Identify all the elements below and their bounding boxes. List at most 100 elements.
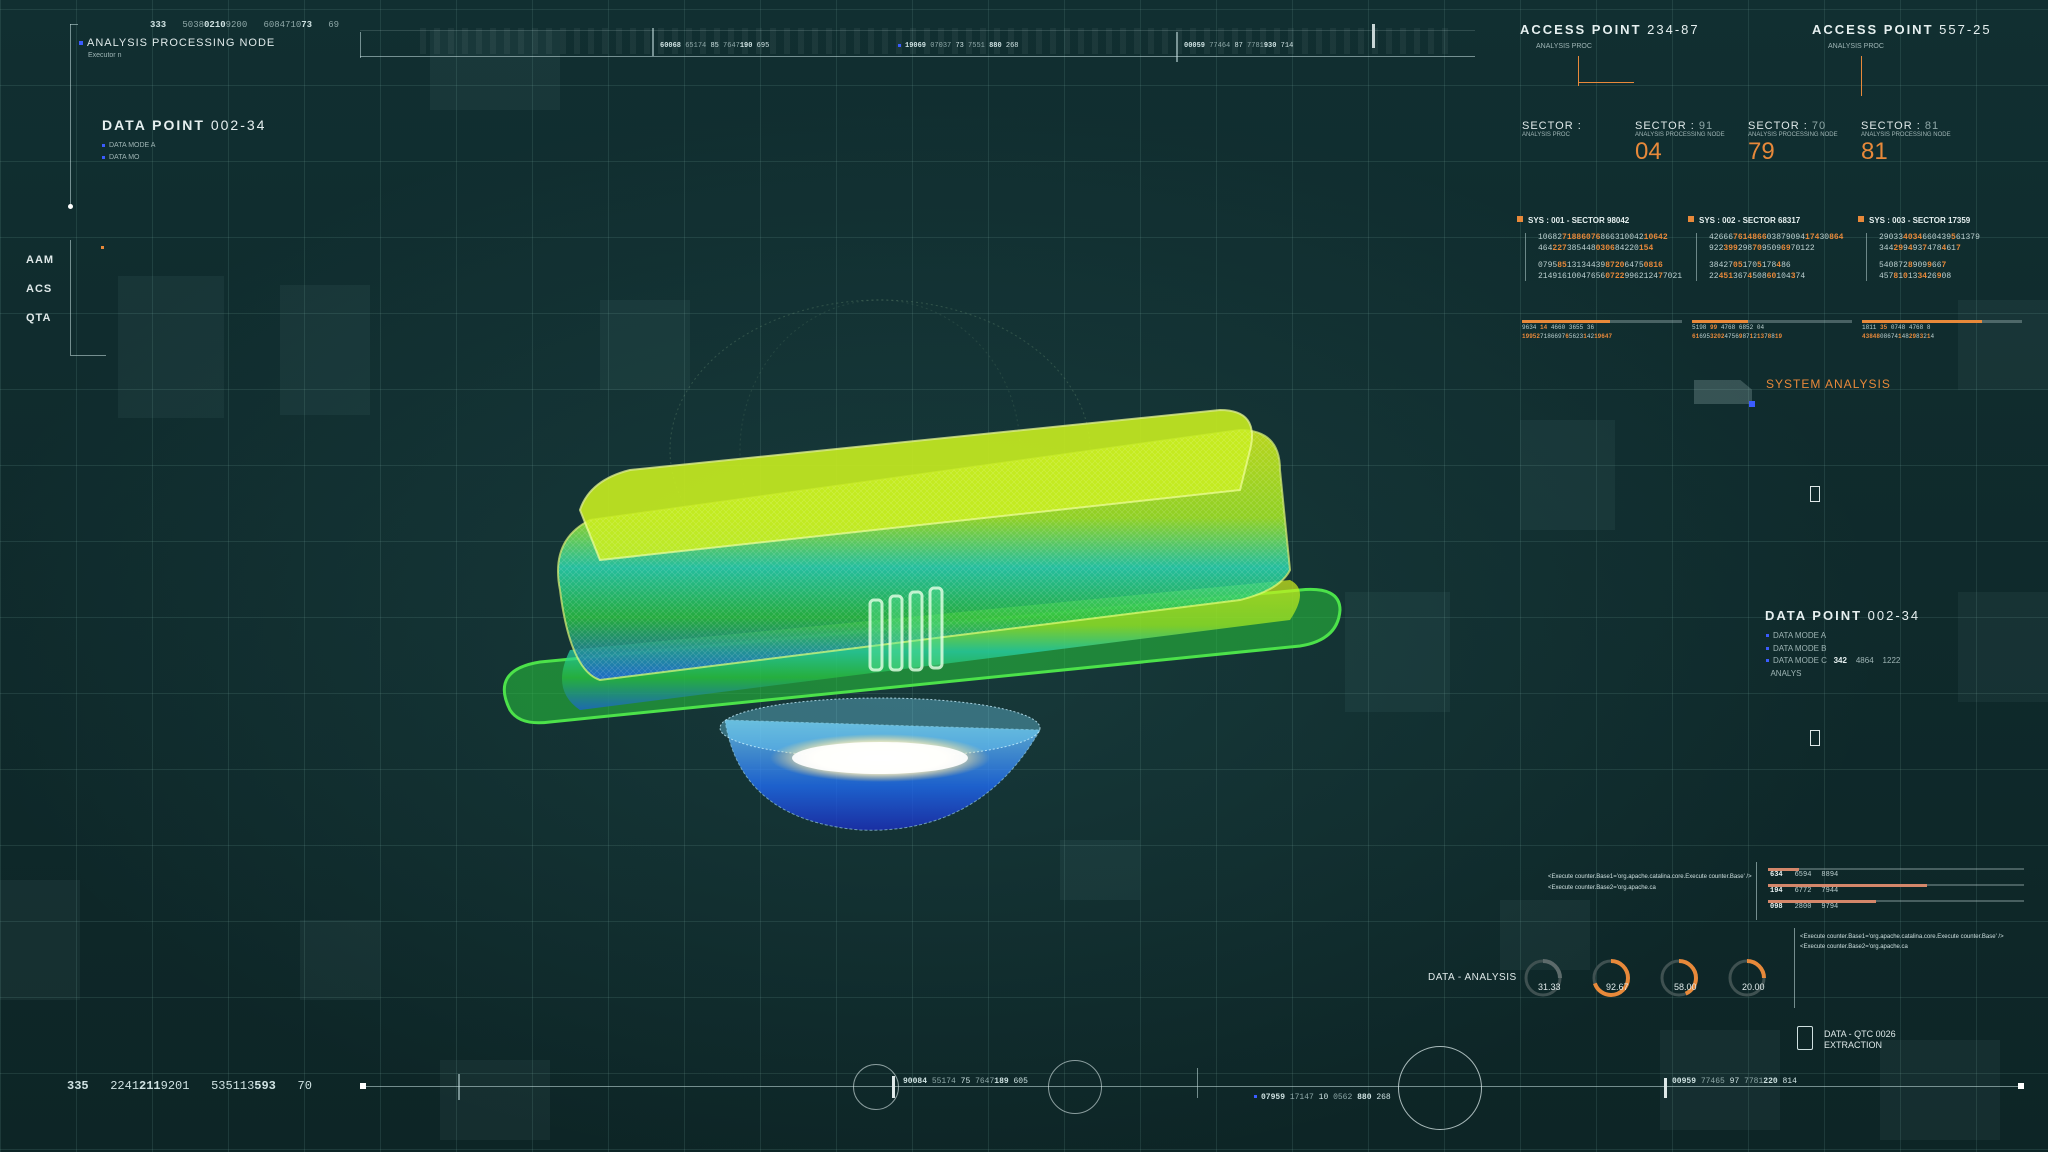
sys-value: 8663 [1600,233,1620,242]
sys-row: 106827188607686631004210642 [1538,233,1677,242]
sys-value: 451 [1718,272,1734,281]
bullet-icon [102,155,105,159]
bottom-seg3: 00959 77465 97 7781220 814 [1672,1077,1797,1086]
sys-value: 464 [1538,244,1553,253]
seg-value: 00059 [1184,42,1206,50]
progress-label: 634 6594 8894 [1770,871,1848,879]
data-mode-label: DATA MODE A [109,142,156,149]
data-mode-item: DATA MODE C 342 4864 1222 [1766,655,1900,668]
top-bar-ticks [420,28,1450,54]
mini-bar-value: 6852 [1738,324,1754,331]
top-bar-tick [1372,24,1375,48]
seg-value: 73 [955,42,964,50]
mini-bar-readout: 5198 99 4768 6852 04 [1692,324,1764,331]
sys-value: 8 [1946,272,1952,281]
extraction-label: DATA - QTC 0026 EXTRACTION [1824,1029,1896,1051]
sys-block-rows: 290334034660439561379 34429949374784617 54… [1866,233,2018,281]
extraction-line: EXTRACTION [1824,1040,1883,1050]
seg-value: 19069 [905,42,927,50]
seg-value: 930 [1263,42,1277,50]
gauge-value: 20.00 [1742,982,1765,992]
gauge-value: 31.33 [1538,982,1561,992]
bullet-icon [1766,659,1769,663]
readout-value: 73 [301,20,313,30]
system-analysis-label: SYSTEM ANALYSIS [1766,377,1891,391]
mini-bar-value: 36 [1586,324,1595,331]
progress-value: 2800 [1794,903,1812,911]
sector-2: SECTOR : 70 ANALYSIS PROCESSING NODE 79 [1748,120,1838,166]
data-mode-value: 1222 [1882,656,1901,665]
sys-value: 09 [1771,244,1782,253]
system-analysis-marker [1749,401,1755,407]
side-ruler [70,240,71,355]
mini-bar-value: 43848 [1862,333,1881,340]
sys-row: 22451367450860104374 [1709,272,1848,281]
seg-value: 220 [1763,1077,1778,1086]
target-ring [853,1064,899,1110]
top-bar-seg1: 60068 65174 85 7647190 695 [660,42,769,50]
bg-tile [1520,420,1615,530]
readout-value: 2241 [110,1079,140,1093]
bg-tile [1958,592,2048,702]
gauge [1660,959,1698,997]
sys-value: 0816 [1643,261,1663,270]
seg-value: 7551 [968,42,985,50]
mini-bar-value: 1811 [1862,324,1877,331]
access-line [1578,82,1634,83]
mini-bar-value: 19 [1774,333,1783,340]
connector-line [1756,862,1757,920]
data-mode-item: DATA MODE A [1766,630,1900,643]
target-ring-large [1398,1046,1482,1130]
mini-bar-value: 87 [1742,333,1750,340]
seg-value: 7647 [975,1077,995,1086]
mini-bar-value: 5623 [1568,333,1584,340]
seg-value: 695 [756,42,770,50]
bracket-marker [1810,730,1820,746]
sector-value: 81 [1861,138,1888,165]
readout-value: 0210 [204,20,226,30]
access-point-title: ACCESS POINT 234-87 [1520,22,1700,37]
sector-value: 04 [1635,138,1662,165]
bottom-bar-tick [1197,1068,1198,1098]
sector-label: SECTOR : 70 [1748,120,1838,132]
sys-value: 922 [1709,244,1724,253]
mini-bar-value: 19952 [1522,333,1541,340]
bullet-icon [1766,646,1769,650]
top-bar-tick [652,28,654,56]
seg-value: 90084 [903,1077,928,1086]
side-label-qta: QTA [26,312,52,324]
mini-bar-value: 08674 [1880,333,1899,340]
mini-bar-value: 48 [1901,333,1909,340]
sys-value: 17 [1742,261,1753,270]
sys-value: 367 [1733,272,1748,281]
bg-tile [440,1060,550,1140]
mini-bar-value: 5198 [1692,324,1707,331]
bottom-bar-tick [458,1074,460,1100]
seg-value: 85 [710,42,719,50]
bullet-icon [79,41,83,46]
seg-value: 268 [1376,1093,1391,1102]
sys-row: 38427051705178486 [1709,261,1848,270]
sector-label-text: SECTOR : [1522,120,1582,132]
seg-value: 605 [1013,1077,1028,1086]
progress-value: 7944 [1821,887,1839,895]
readout-value: 593 [254,1079,276,1093]
mini-bar-value: 0748 [1890,324,1906,331]
bracket-line [70,24,78,25]
sys-value: 0306 [1595,244,1615,253]
sys-value: 864 [1829,233,1844,242]
sys-value: 4 [1800,272,1806,281]
bullet-icon [898,43,901,47]
readout-value: 535113 [211,1079,255,1093]
mini-bar-value: 4756 [1724,333,1739,340]
sys-value: 10682 [1538,233,1563,242]
sys-block: SYS : 003 - SECTOR 17359 29033403466043 9 5… [1858,210,2018,281]
extraction-line: DATA - QTC 0026 [1824,1029,1896,1039]
mini-bar-readout: 1811 35 0748 4768 8 [1862,324,1930,331]
data-mode-label: DATA MO [109,154,140,161]
readout-value: 69 [328,20,340,30]
sys-value: 10642 [1643,233,1668,242]
code-line: <Execute counter.Base2='org.apache.ca [1548,885,1656,891]
sys-value: 69 [1781,244,1791,253]
mini-bar-readout: 43848086741482983214 [1862,333,1934,340]
